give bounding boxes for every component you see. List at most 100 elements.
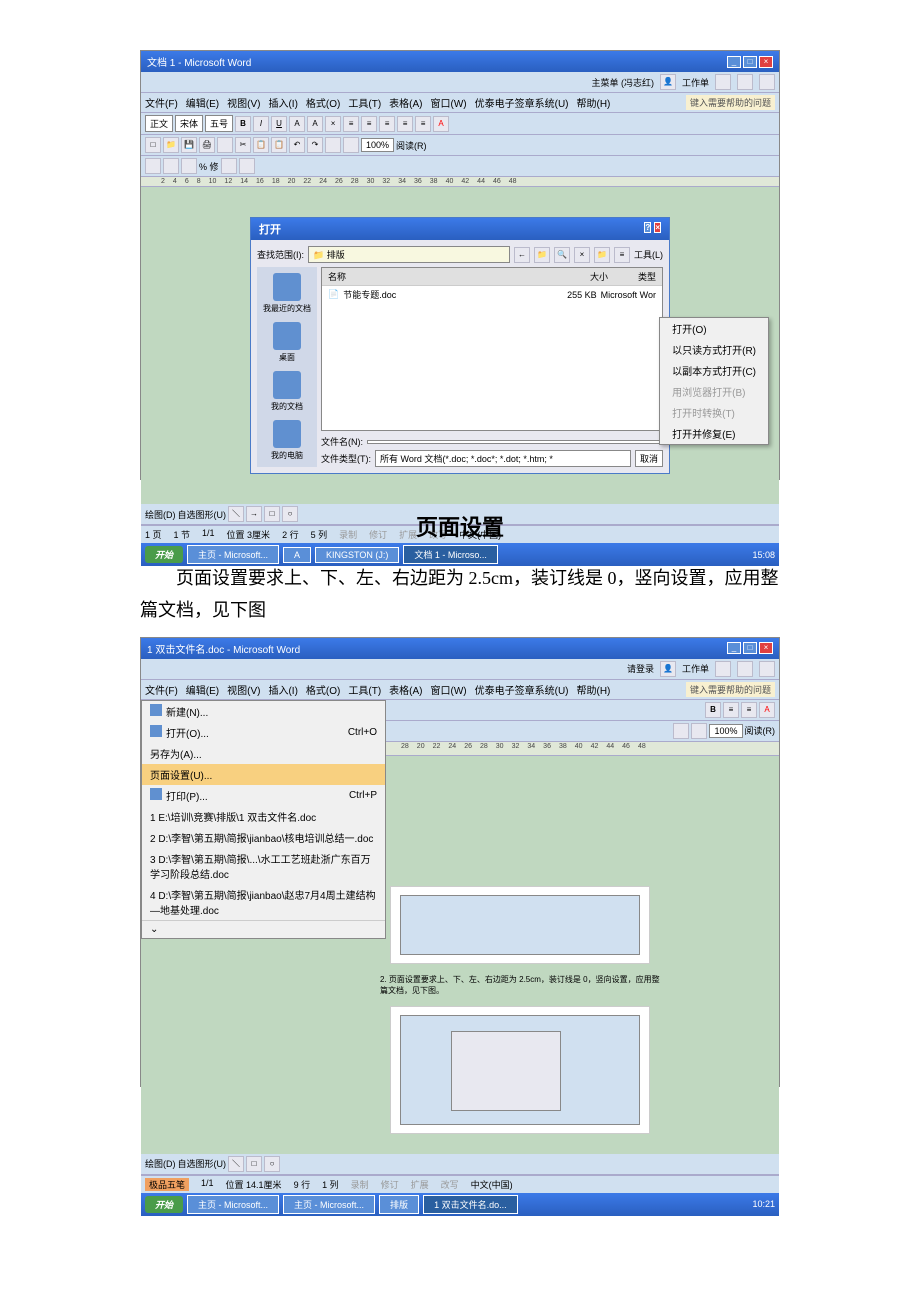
ctx-open-copy[interactable]: 以副本方式打开(C) (660, 360, 768, 381)
maximize-icon[interactable]: □ (743, 56, 757, 68)
menu-insert[interactable]: 插入(I) (268, 95, 297, 110)
place-desktop[interactable]: 桌面 (259, 322, 315, 363)
new-icon[interactable]: □ (145, 137, 161, 153)
menu-edit[interactable]: 编辑(E) (186, 682, 219, 697)
close-icon[interactable]: × (759, 642, 773, 654)
drawing-label[interactable]: 绘图(D) (145, 1157, 176, 1170)
tb-icon[interactable] (759, 74, 775, 90)
menu-window[interactable]: 窗口(W) (431, 95, 467, 110)
help-search[interactable]: 键入需要帮助的问题 (686, 682, 775, 697)
col-type[interactable]: 类型 (638, 270, 656, 283)
delete-icon[interactable]: × (574, 247, 590, 263)
menu-tools[interactable]: 工具(T) (348, 682, 381, 697)
tb-icon[interactable] (759, 661, 775, 677)
oval-icon[interactable]: ○ (264, 1156, 280, 1172)
maximize-icon[interactable]: □ (743, 642, 757, 654)
tb-icon[interactable] (343, 137, 359, 153)
tb-icon[interactable] (181, 158, 197, 174)
print-icon[interactable]: 🖨 (199, 137, 215, 153)
start-button[interactable]: 开始 (145, 1196, 183, 1213)
font-select[interactable]: 宋体 (175, 115, 203, 132)
menu-signature[interactable]: 优泰电子签章系统(U) (475, 682, 569, 697)
align-right-icon[interactable]: ≡ (379, 116, 395, 132)
menu-format[interactable]: 格式(O) (306, 682, 340, 697)
avatar-icon[interactable]: 👤 (660, 74, 676, 90)
back-icon[interactable]: ← (514, 247, 530, 263)
work-order-label[interactable]: 工作单 (682, 662, 709, 675)
style-select[interactable]: 正文 (145, 115, 173, 132)
underline-icon[interactable]: U (271, 116, 287, 132)
menu-expand-icon[interactable]: ⌄ (142, 920, 385, 938)
menu-format[interactable]: 格式(O) (306, 95, 340, 110)
tb-icon[interactable] (221, 158, 237, 174)
tb-icon[interactable] (737, 661, 753, 677)
menu-view[interactable]: 视图(V) (227, 682, 260, 697)
col-size[interactable]: 大小 (590, 270, 608, 283)
tb-icon[interactable]: × (325, 116, 341, 132)
read-button[interactable]: 阅读(R) (396, 139, 427, 152)
tb-icon[interactable] (691, 723, 707, 739)
menu-print[interactable]: 打印(P)...Ctrl+P (142, 785, 385, 806)
tb-icon[interactable] (239, 158, 255, 174)
italic-icon[interactable]: I (253, 116, 269, 132)
bold-icon[interactable]: B (235, 116, 251, 132)
save-icon[interactable]: 💾 (181, 137, 197, 153)
tb-icon[interactable] (145, 158, 161, 174)
col-name[interactable]: 名称 (328, 270, 346, 283)
menu-recent-1[interactable]: 1 E:\培训\竞赛\排版\1 双击文件名.doc (142, 806, 385, 827)
align-center-icon[interactable]: ≡ (361, 116, 377, 132)
task-item[interactable]: 主页 - Microsoft... (187, 1195, 279, 1214)
size-select[interactable]: 五号 (205, 115, 233, 132)
login-label[interactable]: 请登录 (627, 662, 654, 675)
search-icon[interactable]: 🔍 (554, 247, 570, 263)
views-icon[interactable]: ≡ (614, 247, 630, 263)
zoom-select[interactable]: 100% (709, 724, 742, 738)
tb-icon[interactable] (715, 74, 731, 90)
new-folder-icon[interactable]: 📁 (594, 247, 610, 263)
menu-new[interactable]: 新建(N)... (142, 701, 385, 722)
autoshapes-label[interactable]: 自选图形(U) (178, 1157, 227, 1170)
task-item[interactable]: A (283, 547, 311, 563)
tb-icon[interactable] (737, 74, 753, 90)
drawing-label[interactable]: 绘图(D) (145, 508, 176, 521)
menu-pagesetup[interactable]: 页面设置(U)... (142, 764, 385, 785)
close-icon[interactable]: × (654, 222, 661, 233)
menu-view[interactable]: 视图(V) (227, 95, 260, 110)
place-documents[interactable]: 我的文档 (259, 371, 315, 412)
menu-saveas[interactable]: 另存为(A)... (142, 743, 385, 764)
bold-icon[interactable]: B (705, 702, 721, 718)
file-row[interactable]: 📄 节能专题.doc 255 KB Microsoft Wor (322, 286, 662, 303)
paste-icon[interactable]: 📋 (271, 137, 287, 153)
filename-input[interactable] (367, 440, 663, 444)
cancel-button[interactable]: 取消 (635, 450, 663, 467)
main-menu-label[interactable]: 主菜单 (冯志红) (591, 76, 654, 89)
ime-label[interactable]: 极品五笔 (145, 1178, 189, 1191)
tb-icon[interactable]: A (307, 116, 323, 132)
font-color-icon[interactable]: A (433, 116, 449, 132)
copy-icon[interactable]: 📋 (253, 137, 269, 153)
rect-icon[interactable]: □ (264, 506, 280, 522)
tb-icon[interactable] (217, 137, 233, 153)
oval-icon[interactable]: ○ (282, 506, 298, 522)
ctx-open-repair[interactable]: 打开并修复(E) (660, 423, 768, 444)
autoshapes-label[interactable]: 自选图形(U) (178, 508, 227, 521)
menu-recent-2[interactable]: 2 D:\李智\第五期\简报\jianbao\核电培训总结一.doc (142, 827, 385, 848)
work-order-label[interactable]: 工作单 (682, 76, 709, 89)
ctx-open-readonly[interactable]: 以只读方式打开(R) (660, 339, 768, 360)
menu-insert[interactable]: 插入(I) (268, 682, 297, 697)
undo-icon[interactable]: ↶ (289, 137, 305, 153)
task-item[interactable]: KINGSTON (J:) (315, 547, 399, 563)
tb-icon[interactable]: ≡ (415, 116, 431, 132)
close-icon[interactable]: × (759, 56, 773, 68)
menu-recent-4[interactable]: 4 D:\李智\第五期\简报\jianbao\赵忠7月4周土建结构—地基处理.d… (142, 884, 385, 920)
rect-icon[interactable]: □ (246, 1156, 262, 1172)
place-recent[interactable]: 我最近的文档 (259, 273, 315, 314)
tools-dropdown[interactable]: 工具(L) (634, 248, 663, 261)
menu-signature[interactable]: 优泰电子签章系统(U) (475, 95, 569, 110)
menu-table[interactable]: 表格(A) (389, 95, 422, 110)
line-icon[interactable]: ＼ (228, 506, 244, 522)
font-color-icon[interactable]: A (759, 702, 775, 718)
menu-file[interactable]: 文件(F) (145, 95, 178, 110)
open-icon[interactable]: 📁 (163, 137, 179, 153)
place-computer[interactable]: 我的电脑 (259, 420, 315, 461)
